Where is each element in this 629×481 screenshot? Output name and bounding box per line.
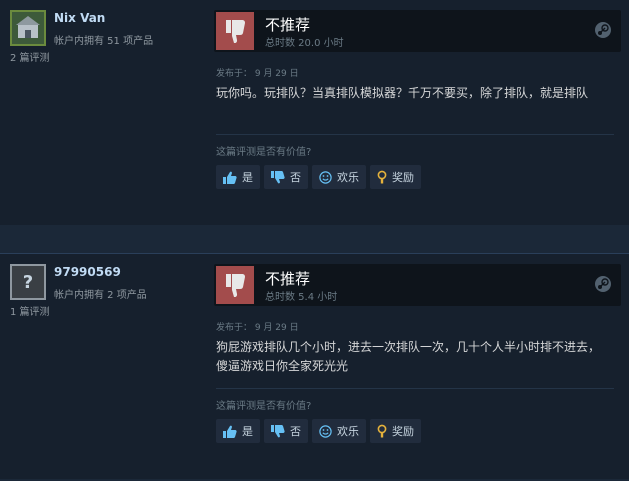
review-text: 玩你吗。玩排队？当真排队模拟器？千万不要买，除了排队，就是排队 [216, 86, 589, 100]
divider [216, 134, 614, 135]
vote-no-label: 否 [290, 171, 301, 184]
thumbs-down-icon [216, 12, 254, 50]
posted-date: 发布于： 9 月 29 日 [216, 323, 299, 333]
username[interactable]: Nix Van [54, 11, 105, 25]
helpful-question: 这篇评测是否有价值? [216, 147, 312, 158]
award-label: 奖励 [392, 425, 414, 438]
vote-yes-label: 是 [242, 171, 253, 184]
thumbs-down-icon [271, 170, 285, 183]
vote-buttons: 是 否 欢乐 奖励 [216, 165, 421, 189]
award-icon [377, 424, 387, 438]
vote-no-button[interactable]: 否 [264, 165, 308, 189]
avatar[interactable]: ? [10, 264, 46, 300]
thumbs-down-icon [216, 266, 254, 304]
award-button[interactable]: 奖励 [370, 419, 421, 443]
unknown-avatar-icon: ? [22, 271, 34, 293]
vote-funny-button[interactable]: 欢乐 [312, 419, 366, 443]
review-card: ? 97990569 帐户内拥有 2 项产品 1 篇评测 不推荐 总时数 5.4… [0, 253, 629, 479]
steam-icon [595, 22, 611, 38]
recommendation-title: 不推荐 [265, 270, 311, 288]
avatar[interactable] [10, 10, 46, 46]
vote-yes-label: 是 [242, 425, 253, 438]
steam-icon [595, 276, 611, 292]
award-button[interactable]: 奖励 [370, 165, 421, 189]
review-text: 狗屁游戏排队几个小时，进去一次排队一次，几十个人半小时排不进去，傻逼游戏日你全家… [216, 340, 601, 373]
review-card: Nix Van 帐户内拥有 51 项产品 2 篇评测 不推荐 总时数 20.0 … [0, 0, 629, 225]
posted-date: 发布于： 9 月 29 日 [216, 69, 299, 79]
username[interactable]: 97990569 [54, 265, 121, 279]
review-count[interactable]: 2 篇评测 [10, 49, 50, 64]
smiley-icon [319, 424, 332, 438]
award-icon [377, 170, 387, 184]
vote-funny-label: 欢乐 [337, 425, 359, 438]
vote-yes-button[interactable]: 是 [216, 419, 260, 443]
hours-played: 总时数 20.0 小时 [265, 38, 344, 49]
review-count[interactable]: 1 篇评测 [10, 303, 50, 318]
hours-played: 总时数 5.4 小时 [265, 292, 338, 303]
thumbs-up-icon [223, 425, 237, 438]
thumbs-down-icon [271, 424, 285, 437]
recommendation-title: 不推荐 [265, 16, 311, 34]
recommendation-header[interactable]: 不推荐 总时数 5.4 小时 [214, 264, 621, 306]
products-owned[interactable]: 帐户内拥有 51 项产品 [54, 32, 153, 47]
vote-no-button[interactable]: 否 [264, 419, 308, 443]
vote-buttons: 是 否 欢乐 奖励 [216, 419, 421, 443]
divider [216, 388, 614, 389]
helpful-question: 这篇评测是否有价值? [216, 401, 312, 412]
products-owned[interactable]: 帐户内拥有 2 项产品 [54, 286, 147, 301]
vote-no-label: 否 [290, 425, 301, 438]
vote-yes-button[interactable]: 是 [216, 165, 260, 189]
thumbs-up-icon [223, 171, 237, 184]
vote-funny-button[interactable]: 欢乐 [312, 165, 366, 189]
smiley-icon [319, 170, 332, 184]
vote-funny-label: 欢乐 [337, 171, 359, 184]
recommendation-header[interactable]: 不推荐 总时数 20.0 小时 [214, 10, 621, 52]
award-label: 奖励 [392, 171, 414, 184]
